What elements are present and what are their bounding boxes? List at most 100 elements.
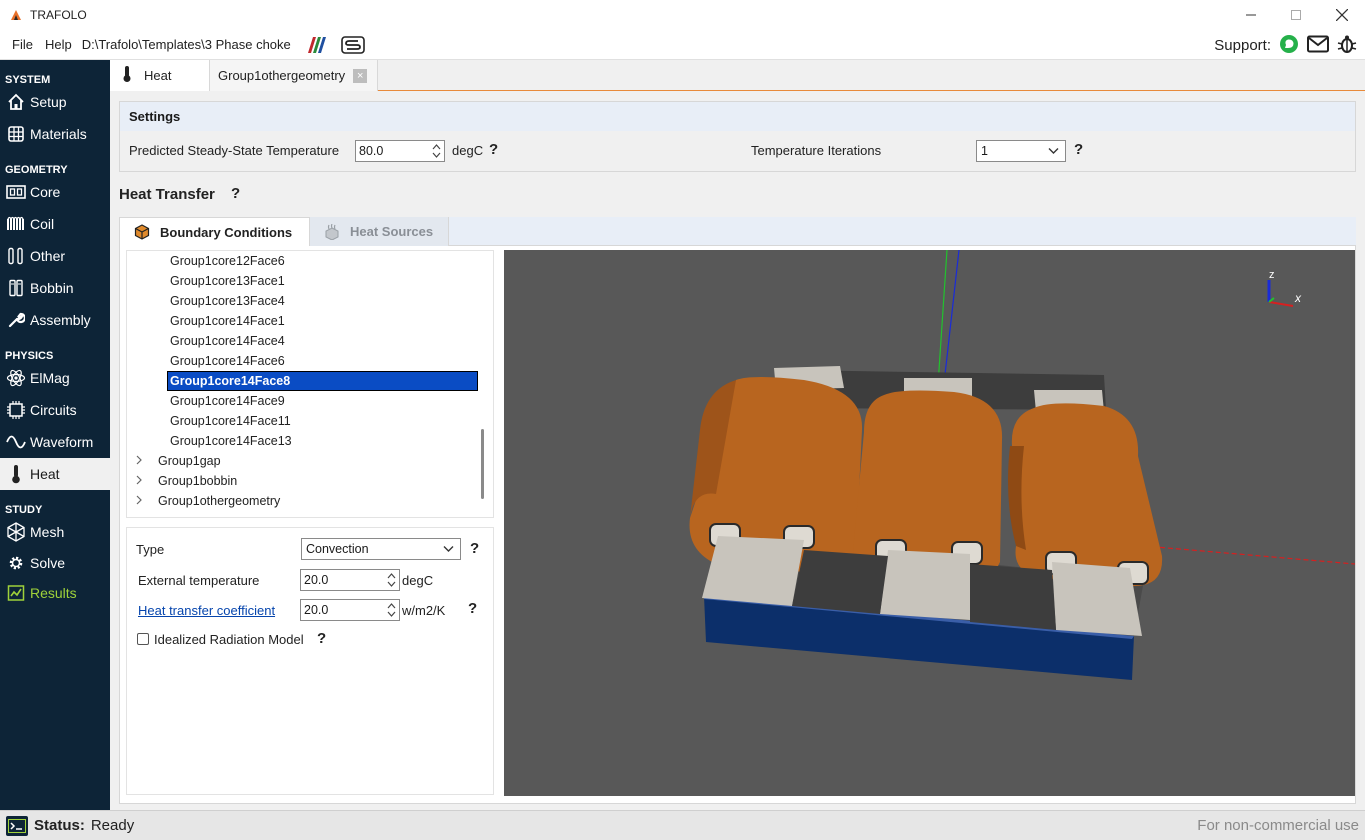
help-icon[interactable]: ?: [470, 540, 479, 557]
iterations-label: Temperature Iterations: [751, 143, 882, 158]
sidebar-item-materials[interactable]: Materials: [0, 118, 110, 150]
other-geometry-icon: [6, 246, 26, 266]
help-icon[interactable]: ?: [231, 185, 240, 202]
sidebar-item-elmag[interactable]: ElMag: [0, 362, 110, 394]
heat-transfer-tabs: Boundary Conditions Heat Sources: [119, 217, 1356, 246]
chevron-right-icon[interactable]: [135, 475, 147, 488]
temperature-spinbox[interactable]: 80.0: [355, 140, 445, 162]
tree-group-othergeometry[interactable]: Group1othergeometry: [135, 491, 280, 511]
menu-file[interactable]: File: [6, 37, 39, 52]
type-select[interactable]: Convection: [301, 538, 461, 560]
sidebar-item-assembly[interactable]: Assembly: [0, 304, 110, 336]
tree-item[interactable]: Group1core13Face1: [170, 271, 285, 291]
help-icon[interactable]: ?: [1074, 141, 1083, 158]
heat-transfer-title: Heat Transfer: [119, 186, 215, 203]
tree-item[interactable]: Group1core14Face6: [170, 351, 285, 371]
sidebar-item-solve[interactable]: Solve: [0, 548, 110, 578]
temperature-unit: degC: [452, 143, 484, 158]
help-icon[interactable]: ?: [317, 630, 326, 647]
atom-icon: [6, 368, 26, 388]
bug-report-icon[interactable]: [1337, 34, 1357, 57]
sidebar-item-mesh[interactable]: Mesh: [0, 516, 110, 548]
iterations-select[interactable]: 1: [976, 140, 1066, 162]
help-icon[interactable]: ?: [468, 600, 477, 617]
core-icon: [6, 182, 26, 202]
sidebar-item-results[interactable]: Results: [0, 578, 110, 608]
tree-item-selected[interactable]: Group1core14Face8: [167, 371, 478, 391]
heat-source-icon: [324, 223, 340, 240]
sidebar-item-label: Waveform: [30, 434, 94, 450]
boundary-properties: Type Convection ? External temperature 2…: [126, 527, 494, 795]
tree-item[interactable]: Group1core14Face9: [170, 391, 285, 411]
project-path: D:\Trafolo\Templates\3 Phase choke: [81, 37, 291, 52]
temperature-label: Predicted Steady-State Temperature: [129, 143, 340, 158]
section-system: SYSTEM: [5, 74, 51, 86]
sidebar-item-label: Core: [30, 184, 61, 200]
tab-boundary-conditions[interactable]: Boundary Conditions: [119, 217, 310, 246]
radiation-checkbox[interactable]: [137, 633, 149, 645]
3d-model-render[interactable]: z x: [504, 250, 1355, 796]
sidebar-item-setup[interactable]: Setup: [0, 86, 110, 118]
spin-arrows-icon[interactable]: [385, 570, 398, 590]
sidebar-item-heat[interactable]: Heat: [0, 458, 110, 490]
section-study: STUDY: [5, 504, 43, 516]
heat-transfer-coefficient-value: 20.0: [304, 603, 329, 617]
tab-heat-sources[interactable]: Heat Sources: [310, 217, 449, 246]
tree-item[interactable]: Group1core14Face11: [170, 411, 291, 431]
chevron-right-icon[interactable]: [135, 495, 147, 508]
tree-group-bobbin[interactable]: Group1bobbin: [135, 471, 237, 491]
spin-arrows-icon[interactable]: [385, 600, 398, 620]
spin-arrows-icon[interactable]: [430, 141, 443, 161]
mail-icon[interactable]: [1307, 35, 1329, 56]
boundary-conditions-panel: Group1core12Face6 Group1core13Face1 Grou…: [119, 246, 1356, 804]
sidebar-item-label: ElMag: [30, 370, 70, 386]
x-axis-line: [1143, 545, 1355, 565]
external-temperature-spinbox[interactable]: 20.0: [300, 569, 400, 591]
tab-heat[interactable]: Heat: [110, 60, 210, 91]
tree-item[interactable]: Group1core14Face4: [170, 331, 285, 351]
sidebar-item-waveform[interactable]: Waveform: [0, 426, 110, 458]
menu-help[interactable]: Help: [39, 37, 78, 52]
chevron-down-icon: [443, 543, 454, 557]
close-window-button[interactable]: [1319, 0, 1365, 30]
tree-scrollbar[interactable]: [481, 429, 484, 499]
help-icon[interactable]: ?: [489, 141, 498, 158]
trafolo-logo-icon: [8, 7, 24, 23]
support-label: Support:: [1214, 36, 1271, 54]
sidebar-item-label: Results: [30, 585, 77, 601]
tree-item[interactable]: Group1core13Face4: [170, 291, 285, 311]
tree-item[interactable]: Group1core14Face1: [170, 311, 285, 331]
chevron-right-icon[interactable]: [135, 455, 147, 468]
sidebar-item-coil[interactable]: Coil: [0, 208, 110, 240]
mesh-cube-icon: [6, 522, 26, 542]
maximize-button[interactable]: [1273, 0, 1319, 30]
sidebar-item-label: Solve: [30, 555, 66, 571]
title-bar: TRAFOLO: [0, 0, 1365, 30]
sidebar-item-label: Assembly: [30, 312, 91, 328]
temperature-value: 80.0: [359, 144, 384, 158]
sidebar-item-label: Bobbin: [30, 280, 74, 296]
sidebar-item-core[interactable]: Core: [0, 176, 110, 208]
tab-group1othergeometry[interactable]: Group1othergeometry ×: [210, 60, 378, 91]
sidebar-item-other[interactable]: Other: [0, 240, 110, 272]
tree-group-label: Group1othergeometry: [158, 494, 281, 508]
3d-viewport[interactable]: z x: [504, 250, 1355, 796]
iterations-value: 1: [981, 144, 988, 158]
cube-icon: [134, 224, 150, 240]
sidebar-item-circuits[interactable]: Circuits: [0, 394, 110, 426]
heat-transfer-coefficient-link[interactable]: Heat transfer coefficient: [138, 603, 275, 618]
sidebar-item-bobbin[interactable]: Bobbin: [0, 272, 110, 304]
support-area: Support:: [1214, 30, 1365, 60]
color-stripes-icon[interactable]: [305, 36, 327, 53]
tree-group-gap[interactable]: Group1gap: [135, 451, 221, 471]
whatsapp-icon[interactable]: [1279, 34, 1299, 57]
close-icon[interactable]: ×: [353, 68, 368, 83]
solver-logo-icon[interactable]: [340, 35, 365, 54]
type-value: Convection: [306, 542, 369, 556]
tree-item[interactable]: Group1core14Face13: [170, 431, 292, 451]
bobbin-icon: [6, 278, 26, 298]
minimize-button[interactable]: [1228, 0, 1274, 30]
tree-item[interactable]: Group1core12Face6: [170, 251, 285, 271]
heat-transfer-coefficient-spinbox[interactable]: 20.0: [300, 599, 400, 621]
terminal-icon[interactable]: [6, 815, 28, 836]
